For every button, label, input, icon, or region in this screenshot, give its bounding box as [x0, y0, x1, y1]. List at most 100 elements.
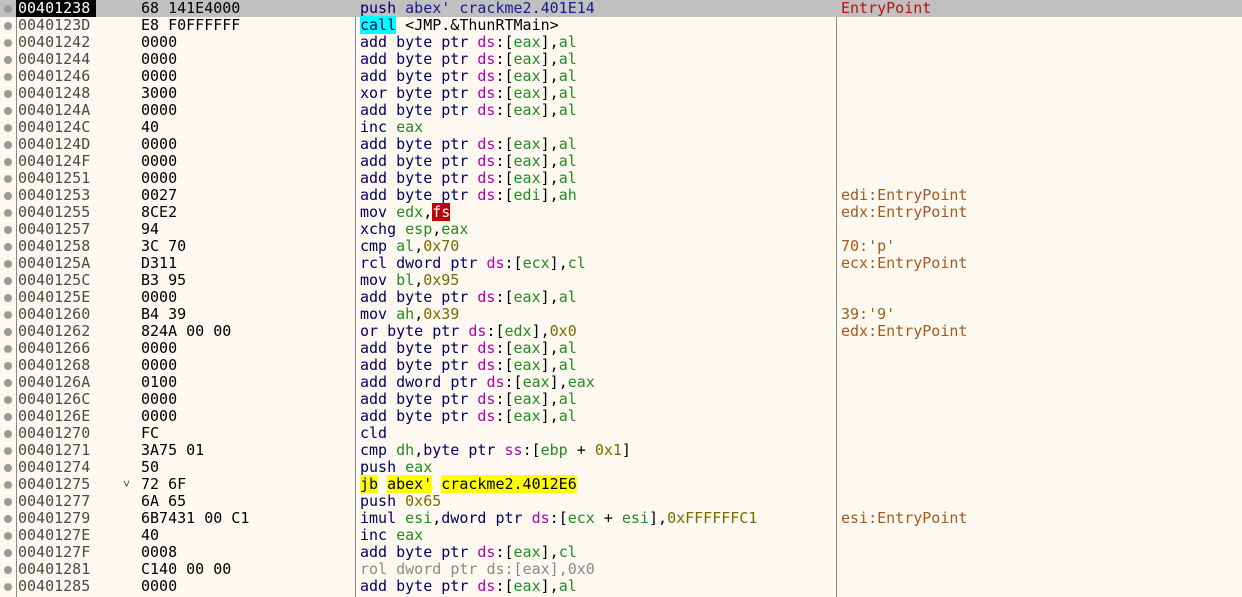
instruction: add byte ptr ds:[eax],al [360, 67, 577, 85]
breakpoint-dot-icon[interactable] [4, 124, 12, 132]
opcode-bytes: 68 141E4000 [141, 0, 241, 17]
comment: edi:EntryPoint [841, 186, 968, 204]
address: 00401238 [16, 0, 97, 17]
opcode-bytes: 0000 [141, 356, 178, 374]
breakpoint-dot-icon[interactable] [4, 532, 12, 540]
instruction: or byte ptr ds:[edx],0x0 [360, 322, 577, 340]
breakpoint-dot-icon[interactable] [4, 430, 12, 438]
breakpoint-dot-icon[interactable] [4, 5, 12, 13]
disasm-row[interactable]: 00401248 3000 xor byte ptr ds:[eax],al [0, 85, 1242, 102]
disasm-row[interactable]: 00401255 8CE2 mov edx,fs edx:EntryPoint [0, 203, 1242, 221]
instruction: cmp al,0x70 [360, 237, 460, 255]
instruction: mov edx,fs [360, 203, 451, 221]
disasm-row[interactable]: 0040124D 0000 add byte ptr ds:[eax],al [0, 136, 1242, 153]
instruction: add byte ptr ds:[eax],al [360, 169, 577, 187]
breakpoint-dot-icon[interactable] [4, 362, 12, 370]
breakpoint-dot-icon[interactable] [4, 515, 12, 523]
opcode-bytes: 3C 70 [141, 237, 187, 255]
disasm-row[interactable]: 00401257 94 xchg esp,eax [0, 221, 1242, 238]
breakpoint-dot-icon[interactable] [4, 158, 12, 166]
disasm-row[interactable]: 0040126C 0000 add byte ptr ds:[eax],al [0, 391, 1242, 408]
disasm-row[interactable]: 0040123D E8 F0FFFFFF call <JMP.&ThunRTMain… [0, 16, 1242, 34]
disasm-row[interactable]: 0040127F 0008 add byte ptr ds:[eax],cl [0, 544, 1242, 561]
disasm-row[interactable]: 00401279 6B7431 00 C1 imul esi,dword ptr d… [0, 510, 1242, 527]
disasm-row[interactable]: 00401251 0000 add byte ptr ds:[eax],al [0, 170, 1242, 187]
breakpoint-dot-icon[interactable] [4, 56, 12, 64]
breakpoint-dot-icon[interactable] [4, 583, 12, 591]
opcode-bytes: FC [141, 424, 160, 442]
breakpoint-dot-icon[interactable] [4, 311, 12, 319]
breakpoint-dot-icon[interactable] [4, 498, 12, 506]
disasm-row[interactable]: 00401285 0000 add byte ptr ds:[eax],al [0, 578, 1242, 595]
breakpoint-dot-icon[interactable] [4, 192, 12, 200]
opcode-bytes: 0000 [141, 407, 178, 425]
breakpoint-dot-icon[interactable] [4, 226, 12, 234]
disasm-row[interactable]: 00401281 C140 00 00 rol dword ptr ds:[eax]… [0, 561, 1242, 578]
breakpoint-dot-icon[interactable] [4, 107, 12, 115]
disasm-row[interactable]: 0040127E 40 inc eax [0, 527, 1242, 544]
breakpoint-dot-icon[interactable] [4, 566, 12, 574]
disasm-row[interactable]: 00401262 824A 00 00 or byte ptr ds:[edx],0… [0, 323, 1242, 340]
disassembly-view[interactable]: 00401238 68 141E4000 push abex' crackme2.4… [0, 0, 1242, 597]
opcode-bytes: C140 00 00 [141, 560, 232, 578]
address: 00401268 [18, 356, 91, 374]
address: 0040124C [18, 118, 91, 136]
address: 0040125A [18, 254, 91, 272]
disasm-row[interactable]: 0040125C B3 95 mov bl,0x95 [0, 272, 1242, 289]
breakpoint-dot-icon[interactable] [4, 379, 12, 387]
opcode-bytes: 0000 [141, 152, 178, 170]
disasm-row[interactable]: 0040124A 0000 add byte ptr ds:[eax],al [0, 102, 1242, 119]
disasm-row[interactable]: 00401277 6A 65 push 0x65 [0, 493, 1242, 510]
disasm-row[interactable]: 00401253 0027 add byte ptr ds:[edi],ah edi:… [0, 187, 1242, 204]
instruction: add byte ptr ds:[eax],al [360, 577, 577, 595]
disasm-row[interactable]: 00401270 FC cld [0, 425, 1242, 442]
disasm-row[interactable]: 00401260 B4 39 mov ah,0x39 39:'9' [0, 306, 1242, 323]
address: 0040124F [18, 152, 91, 170]
disasm-row[interactable]: 00401242 0000 add byte ptr ds:[eax],al [0, 34, 1242, 51]
disasm-row[interactable]: 00401258 3C 70 cmp al,0x70 70:'p' [0, 238, 1242, 255]
breakpoint-dot-icon[interactable] [4, 413, 12, 421]
disasm-row[interactable]: 00401271 3A75 01 cmp dh,byte ptr ss:[ebp +… [0, 442, 1242, 459]
address: 00401255 [18, 203, 91, 221]
instruction: add byte ptr ds:[eax],al [360, 101, 577, 119]
instruction: jb abex' crackme2.4012E6 [360, 475, 577, 493]
disasm-row[interactable]: 0040124F 0000 add byte ptr ds:[eax],al [0, 153, 1242, 170]
opcode-bytes: 72 6F [141, 475, 187, 493]
opcode-bytes: 40 [141, 526, 160, 544]
instruction: call <JMP.&ThunRTMain> [360, 16, 559, 34]
breakpoint-dot-icon[interactable] [4, 328, 12, 336]
disasm-row[interactable]: 0040124C 40 inc eax [0, 119, 1242, 136]
breakpoint-dot-icon[interactable] [4, 396, 12, 404]
breakpoint-dot-icon[interactable] [4, 175, 12, 183]
disasm-row[interactable]: 00401244 0000 add byte ptr ds:[eax],al [0, 51, 1242, 68]
disasm-row[interactable]: 0040125A D311 rcl dword ptr ds:[ecx],cl ecx… [0, 255, 1242, 272]
breakpoint-dot-icon[interactable] [4, 243, 12, 251]
breakpoint-dot-icon[interactable] [4, 141, 12, 149]
breakpoint-dot-icon[interactable] [4, 345, 12, 353]
instruction: inc eax [360, 118, 424, 136]
disasm-row[interactable]: 00401238 68 141E4000 push abex' crackme2.4… [0, 0, 1242, 17]
breakpoint-dot-icon[interactable] [4, 209, 12, 217]
disasm-row[interactable]: 0040125E 0000 add byte ptr ds:[eax],al [0, 289, 1242, 306]
breakpoint-dot-icon[interactable] [4, 549, 12, 557]
disasm-row[interactable]: 00401266 0000 add byte ptr ds:[eax],al [0, 340, 1242, 357]
breakpoint-dot-icon[interactable] [4, 277, 12, 285]
disasm-row[interactable]: 00401268 0000 add byte ptr ds:[eax],al [0, 357, 1242, 374]
disasm-row[interactable]: 00401275 ˅ 72 6F jb abex' crackme2.4012E6 [0, 475, 1242, 493]
breakpoint-dot-icon[interactable] [4, 73, 12, 81]
breakpoint-dot-icon[interactable] [4, 22, 12, 30]
breakpoint-dot-icon[interactable] [4, 294, 12, 302]
disasm-row[interactable]: 00401246 0000 add byte ptr ds:[eax],al [0, 68, 1242, 85]
disasm-row[interactable]: 0040126A 0100 add dword ptr ds:[eax],eax [0, 374, 1242, 391]
breakpoint-dot-icon[interactable] [4, 90, 12, 98]
breakpoint-dot-icon[interactable] [4, 447, 12, 455]
address: 00401270 [18, 424, 91, 442]
address: 00401281 [18, 560, 91, 578]
disasm-row[interactable]: 00401274 50 push eax [0, 459, 1242, 476]
breakpoint-dot-icon[interactable] [4, 39, 12, 47]
disasm-row[interactable]: 0040126E 0000 add byte ptr ds:[eax],al [0, 408, 1242, 425]
breakpoint-dot-icon[interactable] [4, 464, 12, 472]
address: 00401275 [18, 475, 91, 493]
breakpoint-dot-icon[interactable] [4, 481, 12, 489]
breakpoint-dot-icon[interactable] [4, 260, 12, 268]
